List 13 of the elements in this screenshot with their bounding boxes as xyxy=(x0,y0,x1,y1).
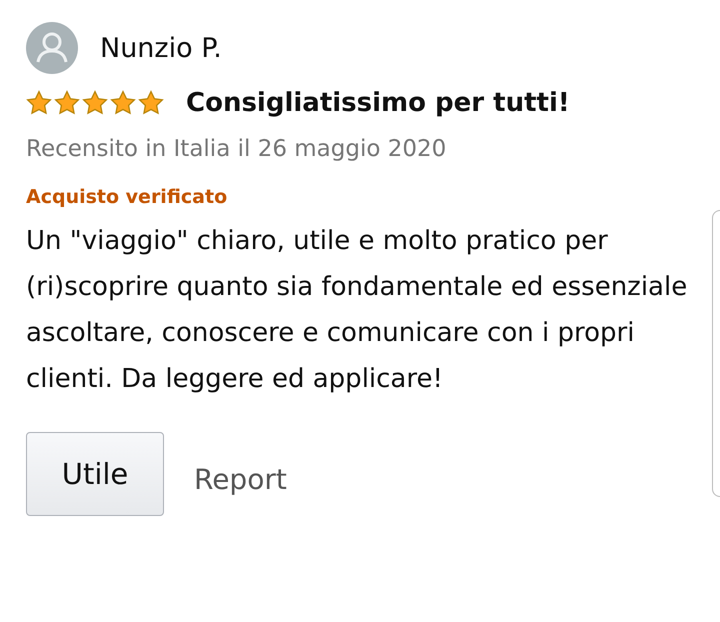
review-text: Un "viaggio" chiaro, utile e molto pratico per (ri)scoprire quanto sia fondamentale ed essenziale ascoltare, conoscere e comunicare con i propri clienti. Da leggere ed applicare! xyxy=(26,225,688,396)
review-date: Recensito in Italia il 26 maggio 2020 xyxy=(26,136,448,162)
reviewer-name: Nunzio P. xyxy=(100,32,222,64)
star-icon xyxy=(54,90,80,116)
review-title: Consigliatissimo per tutti! xyxy=(186,88,570,118)
verified-purchase: Acquisto verificato xyxy=(26,186,228,208)
avatar-icon xyxy=(26,22,78,74)
star-icon xyxy=(138,90,164,116)
report-link[interactable]: Report xyxy=(194,462,287,496)
star-icon xyxy=(26,90,52,116)
helpful-button[interactable]: Utile xyxy=(26,432,164,516)
star-icon xyxy=(82,90,108,116)
star-icon xyxy=(110,90,136,116)
